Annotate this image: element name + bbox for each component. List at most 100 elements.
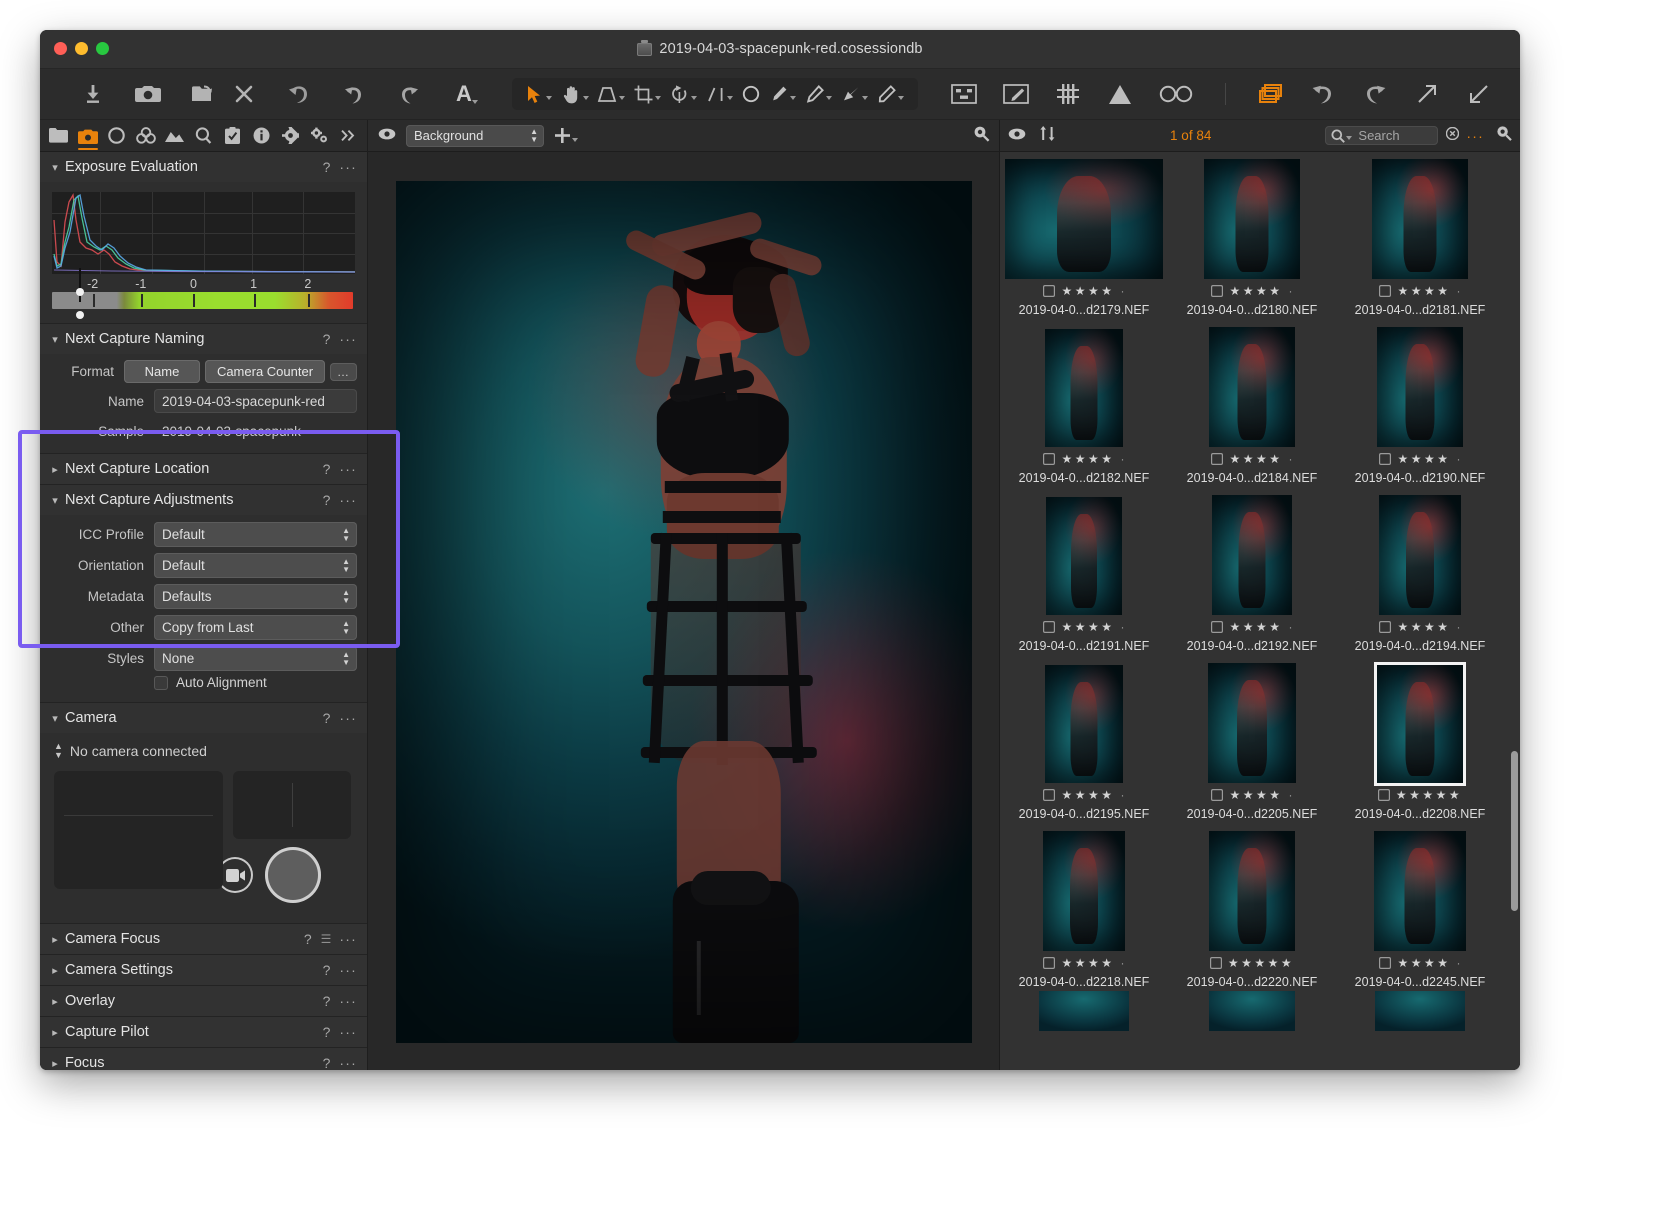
help-icon[interactable]: ? <box>304 931 312 947</box>
thumbnail-image[interactable] <box>1046 497 1122 615</box>
thumbnail-checkbox[interactable] <box>1379 453 1391 465</box>
spot-removal-tool[interactable] <box>738 81 764 107</box>
undo-all-icon[interactable] <box>286 81 312 107</box>
main-photo[interactable] <box>396 181 972 1043</box>
metadata-select[interactable]: Defaults ▲ ▼ <box>154 584 357 609</box>
thumbnail-rating[interactable]: ★★★★ <box>1397 956 1450 970</box>
panel-menu-icon[interactable]: ··· <box>339 492 357 508</box>
exposure-knob-top[interactable] <box>75 288 84 296</box>
rating-empty-dot[interactable]: · <box>1457 620 1461 634</box>
panel-header-camera[interactable]: ▾ Camera ? ··· <box>40 703 367 733</box>
thumbnail-cell[interactable]: ★★★★ · 2019-04-0...d2218.NEF <box>1000 823 1168 991</box>
thumbnail-image[interactable] <box>1377 327 1463 447</box>
thumbnail-cell[interactable]: ★★★★ · 2019-04-0...d2194.NEF <box>1336 487 1504 655</box>
thumbnail-cell-partial[interactable] <box>1000 991 1168 1033</box>
thumbnail-cell-partial[interactable] <box>1168 991 1336 1033</box>
multiple-viewers-icon[interactable] <box>1258 81 1284 107</box>
panel-menu-icon[interactable]: ··· <box>339 1024 357 1040</box>
rating-empty-dot[interactable]: · <box>1457 452 1461 466</box>
thumbnail-cell-partial[interactable] <box>1336 991 1504 1033</box>
thumbnail-checkbox[interactable] <box>1043 789 1055 801</box>
chevron-right-icon[interactable]: ▸ <box>48 933 62 946</box>
rating-empty-dot[interactable]: · <box>1121 620 1125 634</box>
help-icon[interactable]: ? <box>323 962 331 978</box>
visibility-icon[interactable] <box>378 127 396 145</box>
thumbnail-rating[interactable]: ★★★★ <box>1397 620 1450 634</box>
thumbnail-checkbox[interactable] <box>1211 621 1223 633</box>
panel-menu-icon[interactable]: ··· <box>339 710 357 726</box>
thumbnail-checkbox[interactable] <box>1378 789 1390 801</box>
thumbnail-rating[interactable]: ★★★★ <box>1397 284 1450 298</box>
thumbnail-checkbox[interactable] <box>1211 789 1223 801</box>
open-session-icon[interactable] <box>190 81 216 107</box>
other-select[interactable]: Copy from Last ▲ ▼ <box>154 615 357 640</box>
keystone-tool[interactable] <box>594 81 628 107</box>
panel-menu-icon[interactable]: ··· <box>339 331 357 347</box>
hamburger-icon[interactable]: ☰ <box>321 932 332 946</box>
undo-icon[interactable] <box>341 81 367 107</box>
thumbnail-rating[interactable]: ★★★★ <box>1061 284 1114 298</box>
format-token-name[interactable]: Name <box>124 360 200 383</box>
thumbnail-checkbox[interactable] <box>1379 621 1391 633</box>
thumbnail-image[interactable] <box>1375 991 1465 1031</box>
focus-mask-icon[interactable] <box>1159 81 1193 107</box>
help-icon[interactable]: ? <box>323 331 331 347</box>
thumbnail-cell[interactable]: ★★★★★ 2019-04-0...d2220.NEF <box>1168 823 1336 991</box>
thumbnail-image[interactable] <box>1045 329 1123 447</box>
thumbnail-cell[interactable]: ★★★★ · 2019-04-0...d2205.NEF <box>1168 655 1336 823</box>
grid-guides-icon[interactable] <box>1055 81 1081 107</box>
viewer-canvas[interactable] <box>368 152 1000 1070</box>
thumbnail-rating[interactable]: ★★★★★ <box>1228 956 1294 970</box>
thumbnail-checkbox[interactable] <box>1379 285 1391 297</box>
panel-header-focus[interactable]: ▸ Focus ? ··· <box>40 1048 367 1070</box>
thumbnail-rating[interactable]: ★★★★ <box>1229 788 1282 802</box>
thumbnail-rating[interactable]: ★★★★ <box>1061 788 1114 802</box>
thumbnail-checkbox[interactable] <box>1210 957 1222 969</box>
format-token-camera-counter[interactable]: Camera Counter <box>205 360 325 383</box>
eyedropper-tool[interactable] <box>802 81 836 107</box>
styles-select[interactable]: None ▲ ▼ <box>154 646 357 671</box>
name-input[interactable]: 2019-04-03-spacepunk-red <box>154 389 357 413</box>
thumbnail-cell[interactable]: ★★★★ · 2019-04-0...d2184.NEF <box>1168 319 1336 487</box>
lens-tab[interactable] <box>104 121 130 150</box>
orientation-select[interactable]: Default ▲ ▼ <box>154 553 357 578</box>
panel-header-overlay[interactable]: ▸ Overlay ? ··· <box>40 986 367 1016</box>
panel-menu-icon[interactable]: ··· <box>339 993 357 1009</box>
help-icon[interactable]: ? <box>323 993 331 1009</box>
chevron-right-icon[interactable]: ▸ <box>48 964 62 977</box>
rating-empty-dot[interactable]: · <box>1121 452 1125 466</box>
tool-panel-scroll[interactable]: ▾ Exposure Evaluation ? ··· -2 -1 0 1 2 … <box>40 152 367 1070</box>
redo-icon[interactable] <box>396 81 422 107</box>
rating-empty-dot[interactable]: · <box>1289 284 1293 298</box>
panel-header-next-capture-naming[interactable]: ▾ Next Capture Naming ? ··· <box>40 324 367 354</box>
thumbnail-image[interactable] <box>1043 831 1125 951</box>
format-more-button[interactable]: … <box>330 362 357 381</box>
chevron-right-icon[interactable]: ▸ <box>48 1026 62 1039</box>
panel-header-exposure-evaluation[interactable]: ▾ Exposure Evaluation ? ··· <box>40 152 367 182</box>
auto-alignment-checkbox[interactable] <box>154 675 168 690</box>
panel-header-camera-settings[interactable]: ▸ Camera Settings ? ··· <box>40 955 367 985</box>
adjustments-tab[interactable] <box>219 121 245 150</box>
rotate-right-icon[interactable] <box>1362 81 1388 107</box>
help-icon[interactable]: ? <box>323 710 331 726</box>
thumbnail-image[interactable] <box>1005 159 1163 279</box>
thumbnail-checkbox[interactable] <box>1043 285 1055 297</box>
panel-header-next-capture-adjustments[interactable]: ▾ Next Capture Adjustments ? ··· <box>40 485 367 515</box>
import-icon[interactable] <box>80 81 106 107</box>
exposure-tab[interactable] <box>162 121 188 150</box>
chevron-down-icon[interactable]: ▾ <box>48 161 62 174</box>
chevron-right-icon[interactable]: ▸ <box>48 463 62 476</box>
thumbnail-rating[interactable]: ★★★★ <box>1229 284 1282 298</box>
exposure-knob-bottom[interactable] <box>75 311 84 319</box>
thumbnail-cell[interactable]: ★★★★ · 2019-04-0...d2190.NEF <box>1336 319 1504 487</box>
search-box[interactable]: Search <box>1325 126 1439 145</box>
thumbnail-cell[interactable]: ★★★★ · 2019-04-0...d2180.NEF <box>1168 151 1336 319</box>
expand-icon[interactable] <box>1414 81 1440 107</box>
icc-profile-select[interactable]: Default ▲ ▼ <box>154 522 357 547</box>
rating-empty-dot[interactable]: · <box>1289 452 1293 466</box>
thumbnail-checkbox[interactable] <box>1211 285 1223 297</box>
chevron-down-icon[interactable]: ▾ <box>48 333 62 346</box>
thumbnail-checkbox[interactable] <box>1043 453 1055 465</box>
thumbnail-image[interactable] <box>1372 159 1468 279</box>
thumbnail-image[interactable] <box>1208 663 1296 783</box>
